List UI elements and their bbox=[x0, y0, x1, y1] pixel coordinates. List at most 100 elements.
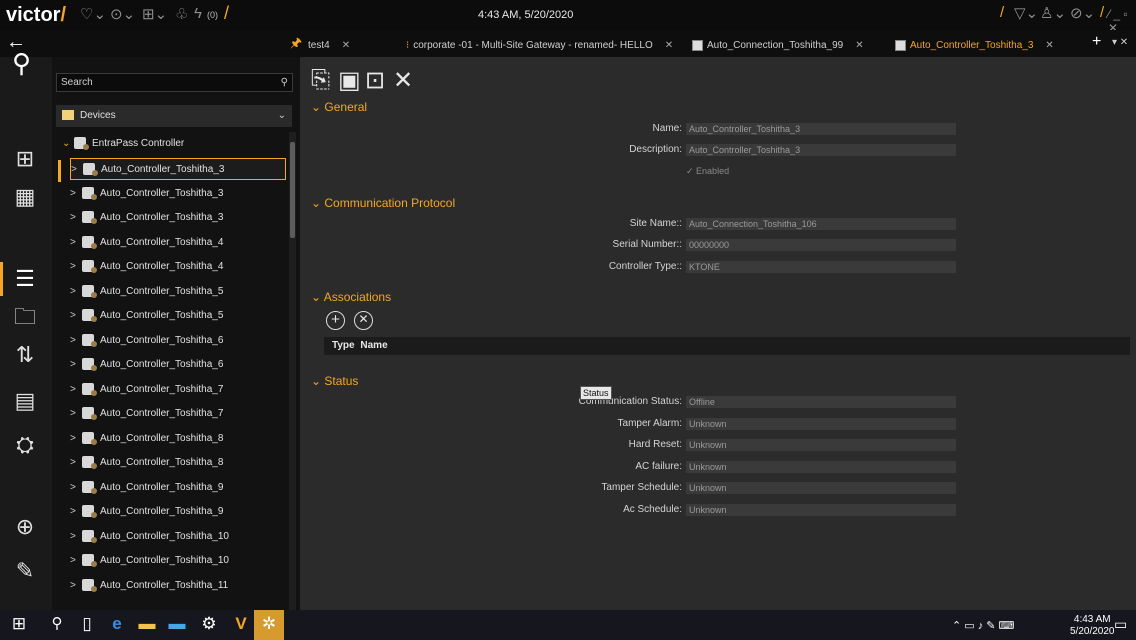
network-icon[interactable]: ⇅ bbox=[10, 340, 40, 370]
description-field[interactable]: Auto_Controller_Toshitha_3 bbox=[686, 144, 956, 156]
devices-root[interactable]: Devices ⌄ bbox=[56, 105, 292, 127]
settings-gear-icon[interactable]: ⚙ bbox=[196, 614, 222, 634]
tree-item[interactable]: > Auto_Controller_Toshitha_11 bbox=[70, 575, 280, 597]
expand-chevron-icon[interactable]: > bbox=[70, 428, 82, 450]
scrollbar-thumb[interactable] bbox=[290, 142, 295, 238]
task-view-icon[interactable]: ▯ bbox=[74, 614, 100, 634]
section-general[interactable]: ⌄ General bbox=[311, 100, 367, 114]
tab-menu-icon[interactable]: ▾ ✕ bbox=[1112, 37, 1128, 48]
health-icon[interactable]: ⊙⌄ bbox=[110, 5, 135, 23]
expand-chevron-icon[interactable]: > bbox=[71, 159, 83, 181]
save-new-icon[interactable]: ⊡ bbox=[365, 66, 385, 95]
section-associations[interactable]: ⌄ Associations bbox=[311, 290, 391, 304]
add-circle-icon[interactable]: ⊕ bbox=[10, 512, 40, 542]
pin-icon[interactable]: 🖈 bbox=[290, 34, 302, 56]
tree-item[interactable]: > Auto_Controller_Toshitha_10 bbox=[70, 550, 280, 572]
expand-chevron-icon[interactable]: > bbox=[70, 452, 82, 474]
dashboard-icon[interactable]: ▦ bbox=[10, 182, 40, 212]
serial-number-field[interactable]: 00000000 bbox=[686, 239, 956, 251]
layout-grid-icon[interactable]: ⊞⌄ bbox=[142, 5, 167, 23]
tree-item[interactable]: > Auto_Controller_Toshitha_5 bbox=[70, 281, 280, 303]
tree-item[interactable]: > Auto_Controller_Toshitha_6 bbox=[70, 354, 280, 376]
chevron-down-icon[interactable]: ⌄ bbox=[278, 105, 286, 127]
expand-chevron-icon[interactable]: > bbox=[70, 354, 82, 376]
taskbar-search-icon[interactable]: ⚲ bbox=[44, 614, 70, 632]
tree-item[interactable]: > Auto_Controller_Toshitha_3 bbox=[70, 207, 280, 229]
expand-chevron-icon[interactable]: > bbox=[70, 526, 82, 548]
expand-chevron-icon[interactable]: > bbox=[70, 207, 82, 229]
tree-item[interactable]: > Auto_Controller_Toshitha_9 bbox=[70, 501, 280, 523]
tree-item[interactable]: > Auto_Controller_Toshitha_3 bbox=[70, 183, 280, 205]
folder-icon[interactable]: 🗀 bbox=[10, 302, 40, 332]
save-icon[interactable]: ▣ bbox=[338, 66, 361, 95]
expand-chevron-icon[interactable]: > bbox=[70, 232, 82, 254]
help-icon[interactable]: ⊘⌄ bbox=[1070, 4, 1095, 22]
windows-start-icon[interactable]: ⊞ bbox=[6, 614, 32, 634]
file-explorer-icon[interactable]: ▬ bbox=[134, 614, 160, 634]
tab-connection[interactable]: Auto_Connection_Toshitha_99 ✕ bbox=[692, 36, 864, 54]
search-input[interactable]: Search ⚲ bbox=[56, 73, 293, 92]
column-type[interactable]: Type bbox=[332, 340, 355, 351]
favorites-icon[interactable]: ♡⌄ bbox=[80, 5, 106, 23]
alarm-icon[interactable]: ♧ bbox=[175, 5, 188, 23]
tree-item[interactable]: > Auto_Controller_Toshitha_7 bbox=[70, 379, 280, 401]
tree-item[interactable]: > Auto_Controller_Toshitha_4 bbox=[70, 256, 280, 278]
close-tab-icon[interactable]: ✕ bbox=[665, 40, 673, 51]
expand-chevron-icon[interactable]: > bbox=[70, 183, 82, 205]
search-icon[interactable]: ⚲ bbox=[12, 48, 31, 79]
tree-item[interactable]: > Auto_Controller_Toshitha_5 bbox=[70, 305, 280, 327]
close-icon[interactable]: ✕ bbox=[393, 66, 413, 95]
remove-association-icon[interactable]: ✕ bbox=[354, 311, 373, 330]
report-icon[interactable]: ▤ bbox=[10, 386, 40, 416]
name-field[interactable]: Auto_Controller_Toshitha_3 bbox=[686, 123, 956, 135]
tab-corporate[interactable]: ⁝ corporate -01 - Multi-Site Gateway - r… bbox=[406, 36, 673, 54]
expand-chevron-icon[interactable]: > bbox=[70, 256, 82, 278]
expand-chevron-icon[interactable]: > bbox=[70, 281, 82, 303]
list-icon[interactable]: ☰ bbox=[10, 264, 40, 294]
tree-item[interactable]: > Auto_Controller_Toshitha_8 bbox=[70, 428, 280, 450]
expand-chevron-icon[interactable]: > bbox=[70, 575, 82, 597]
tray-icons[interactable]: ⌃ ▭ ♪ ✎ ⌨ bbox=[952, 619, 1014, 632]
tree-item[interactable]: > Auto_Controller_Toshitha_8 bbox=[70, 452, 280, 474]
mail-icon[interactable]: ▬ bbox=[164, 614, 190, 634]
close-tab-icon[interactable]: ✕ bbox=[1045, 40, 1053, 51]
victor-logo[interactable]: victor/ bbox=[6, 4, 66, 27]
tab-controller[interactable]: Auto_Controller_Toshitha_3 ✕ bbox=[895, 36, 1054, 54]
tree-item[interactable]: > Auto_Controller_Toshitha_7 bbox=[70, 403, 280, 425]
close-tab-icon[interactable]: ✕ bbox=[342, 40, 350, 51]
save-exit-icon[interactable]: ⎘ bbox=[311, 66, 330, 94]
section-communication[interactable]: ⌄ Communication Protocol bbox=[311, 196, 455, 210]
add-association-icon[interactable]: + bbox=[326, 311, 345, 330]
controller-type-field[interactable]: KTONE bbox=[686, 261, 956, 273]
tree-item[interactable]: > Auto_Controller_Toshitha_9 bbox=[70, 477, 280, 499]
victor-config-icon[interactable]: ✲ bbox=[256, 614, 282, 634]
new-tab-icon[interactable]: + bbox=[1092, 33, 1101, 51]
taskbar-clock[interactable]: 4:43 AM 5/20/2020 bbox=[1070, 614, 1115, 638]
edit-pencil-icon[interactable]: ✎ bbox=[10, 556, 40, 586]
section-status[interactable]: ⌄ Status bbox=[311, 374, 358, 388]
expand-chevron-icon[interactable]: > bbox=[70, 477, 82, 499]
filter-icon[interactable]: ▽⌄ bbox=[1014, 4, 1038, 22]
roles-icon[interactable]: ⛭ bbox=[10, 430, 40, 460]
expand-chevron-icon[interactable]: > bbox=[70, 330, 82, 352]
site-name-field[interactable]: Auto_Connection_Toshitha_106 bbox=[686, 218, 956, 230]
victor-app-icon[interactable]: V bbox=[228, 614, 254, 634]
expand-chevron-icon[interactable]: > bbox=[70, 550, 82, 572]
user-icon[interactable]: ♙⌄ bbox=[1040, 4, 1066, 22]
column-name[interactable]: Name bbox=[360, 340, 387, 351]
expand-chevron-icon[interactable]: > bbox=[70, 403, 82, 425]
expand-chevron-icon[interactable]: > bbox=[70, 305, 82, 327]
tree-item[interactable]: > Auto_Controller_Toshitha_6 bbox=[70, 330, 280, 352]
search-icon-small[interactable]: ⚲ bbox=[281, 74, 288, 91]
close-tab-icon[interactable]: ✕ bbox=[855, 40, 863, 51]
tree-controller-group[interactable]: ⌄ EntraPass Controller bbox=[62, 133, 288, 155]
action-center-icon[interactable]: ▭ bbox=[1114, 616, 1127, 633]
edge-browser-icon[interactable]: e bbox=[104, 614, 130, 634]
expand-chevron-icon[interactable]: > bbox=[70, 379, 82, 401]
tab-test4[interactable]: test4 ✕ bbox=[308, 36, 350, 54]
expand-chevron-icon[interactable]: > bbox=[70, 501, 82, 523]
flash-icon[interactable]: ϟ bbox=[194, 5, 202, 22]
tree-item[interactable]: > Auto_Controller_Toshitha_10 bbox=[70, 526, 280, 548]
enabled-checkbox[interactable]: ✓ Enabled bbox=[686, 166, 729, 177]
tree-item[interactable]: > Auto_Controller_Toshitha_4 bbox=[70, 232, 280, 254]
